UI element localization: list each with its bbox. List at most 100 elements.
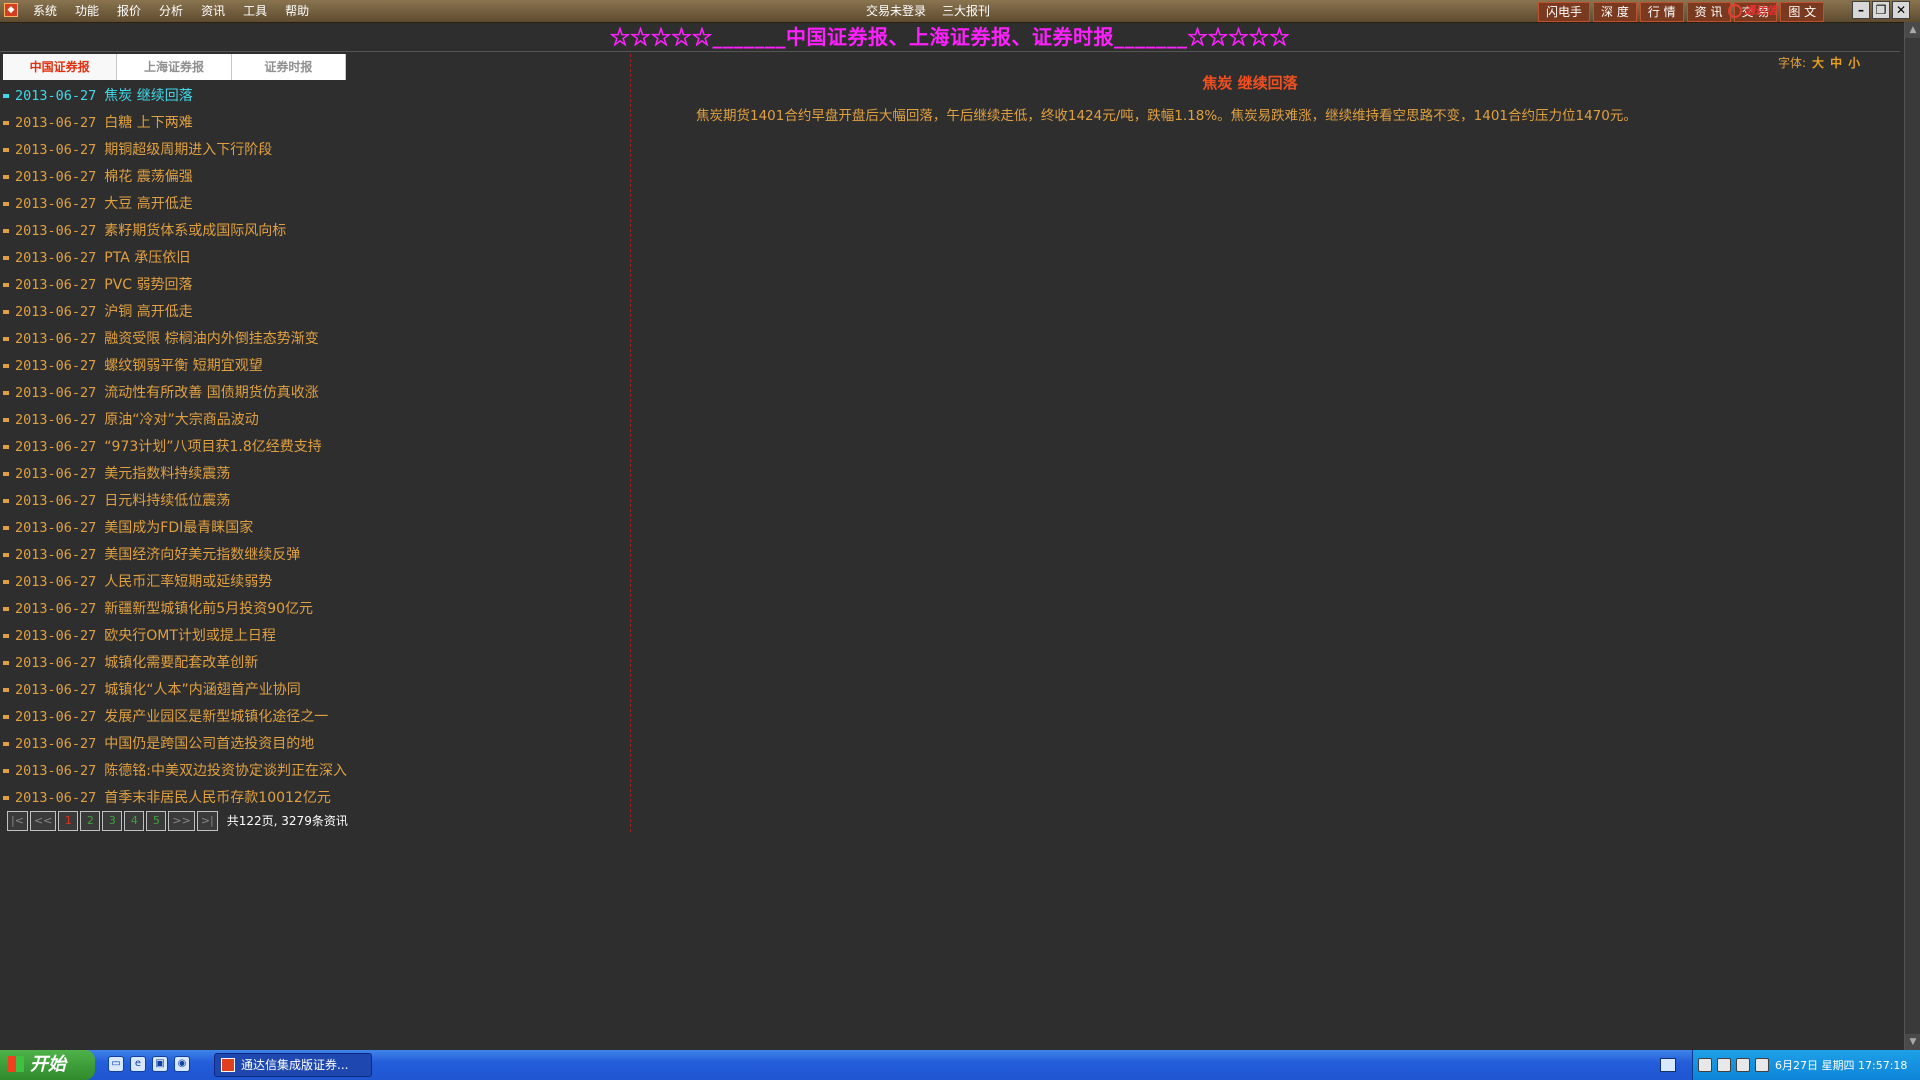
- newspaper-tabs: 中国证券报 上海证券报 证券时报: [3, 54, 346, 80]
- news-title: 流动性有所改善 国债期货仿真收涨: [104, 384, 319, 401]
- bullet-icon: [3, 120, 9, 125]
- news-item[interactable]: 2013-06-27 焦炭 继续回落: [0, 82, 630, 109]
- news-item[interactable]: 2013-06-27 素籽期货体系或成国际风向标: [0, 217, 630, 244]
- bullet-icon: [3, 282, 9, 287]
- news-button[interactable]: 资 讯: [1686, 2, 1731, 22]
- taskbar-item-tdx[interactable]: 通达信集成版证券...: [214, 1053, 372, 1077]
- bullet-icon: [3, 498, 9, 503]
- restore-icon[interactable]: ❐: [1872, 1, 1890, 19]
- news-title: 棉花 震荡偏强: [104, 168, 193, 185]
- login-status[interactable]: 交易未登录: [866, 0, 926, 22]
- news-item[interactable]: 2013-06-27 陈德铭:中美双边投资协定谈判正在深入: [0, 757, 630, 784]
- news-item[interactable]: 2013-06-27 日元料持续低位震荡: [0, 487, 630, 514]
- ie-icon[interactable]: e: [130, 1056, 146, 1072]
- bullet-icon: [3, 525, 9, 530]
- news-title: 美元指数料持续震荡: [104, 465, 231, 482]
- quotes-button[interactable]: 行 情: [1639, 2, 1684, 22]
- font-size-small[interactable]: 小: [1848, 54, 1860, 71]
- news-item[interactable]: 2013-06-27 流动性有所改善 国债期货仿真收涨: [0, 379, 630, 406]
- news-item[interactable]: 2013-06-27 螺纹钢弱平衡 短期宜观望: [0, 352, 630, 379]
- bullet-icon: [3, 768, 9, 773]
- news-title: 城镇化“人本”内涵翅首产业协同: [104, 681, 301, 698]
- news-date: 2013-06-27: [15, 168, 97, 185]
- prev-page-button[interactable]: <<: [29, 811, 57, 831]
- news-item[interactable]: 2013-06-27 “973计划”八项目获1.8亿经费支持: [0, 433, 630, 460]
- start-button[interactable]: 开始: [0, 1050, 95, 1080]
- news-item[interactable]: 2013-06-27 原油“冷对”大宗商品波动: [0, 406, 630, 433]
- media-icon[interactable]: ▣: [152, 1056, 168, 1072]
- news-item[interactable]: 2013-06-27 美元指数料持续震荡: [0, 460, 630, 487]
- news-item[interactable]: 2013-06-27 美国成为FDI最青睐国家: [0, 514, 630, 541]
- news-item[interactable]: 2013-06-27 首季末非居民人民币存款10012亿元: [0, 784, 630, 811]
- news-item[interactable]: 2013-06-27 城镇化需要配套改革创新: [0, 649, 630, 676]
- menu-item-function[interactable]: 功能: [66, 0, 108, 22]
- keyboard-icon[interactable]: [1660, 1058, 1676, 1072]
- app-shortcut-icon[interactable]: ◉: [174, 1056, 190, 1072]
- news-item[interactable]: 2013-06-27 融资受限 棕榈油内外倒挂态势渐变: [0, 325, 630, 352]
- news-item[interactable]: 2013-06-27 棉花 震荡偏强: [0, 163, 630, 190]
- news-item[interactable]: 2013-06-27 发展产业园区是新型城镇化途径之一: [0, 703, 630, 730]
- page-2-button[interactable]: 2: [80, 811, 101, 831]
- font-size-large[interactable]: 大: [1812, 54, 1824, 71]
- tab-china-securities[interactable]: 中国证券报: [3, 54, 118, 80]
- menu-item-tools[interactable]: 工具: [234, 0, 276, 22]
- first-page-button[interactable]: |<: [7, 811, 28, 831]
- bullet-icon: [3, 471, 9, 476]
- news-date: 2013-06-27: [15, 141, 97, 158]
- news-item[interactable]: 2013-06-27 PVC 弱势回落: [0, 271, 630, 298]
- page-4-button[interactable]: 4: [124, 811, 145, 831]
- news-item[interactable]: 2013-06-27 白糖 上下两难: [0, 109, 630, 136]
- font-size-medium[interactable]: 中: [1830, 54, 1842, 71]
- last-page-button[interactable]: >|: [196, 811, 218, 831]
- news-item[interactable]: 2013-06-27 新疆新型城镇化前5月投资90亿元: [0, 595, 630, 622]
- news-item[interactable]: 2013-06-27 沪铜 高开低走: [0, 298, 630, 325]
- qq-icon[interactable]: [1717, 1058, 1731, 1072]
- bullet-icon: [3, 174, 9, 179]
- next-page-button[interactable]: >>: [168, 811, 195, 831]
- menu-item-info[interactable]: 资讯: [192, 0, 234, 22]
- news-item[interactable]: 2013-06-27 美国经济向好美元指数继续反弹: [0, 541, 630, 568]
- depth-button[interactable]: 深 度: [1593, 2, 1637, 22]
- bullet-icon: [3, 606, 9, 611]
- app-icon[interactable]: ◆: [4, 3, 18, 17]
- banner-divider: [0, 51, 1900, 52]
- volume-icon[interactable]: [1755, 1058, 1769, 1072]
- menu-item-quote[interactable]: 报价: [108, 0, 150, 22]
- menu-item-help[interactable]: 帮助: [276, 0, 318, 22]
- news-title: 美国成为FDI最青睐国家: [104, 519, 254, 536]
- news-item[interactable]: 2013-06-27 人民币汇率短期或延续弱势: [0, 568, 630, 595]
- vertical-scrollbar[interactable]: ▲ ▼: [1904, 22, 1920, 1050]
- window-controls: – ❐ ✕: [1852, 1, 1910, 19]
- bullet-icon: [3, 363, 9, 368]
- news-item[interactable]: 2013-06-27 大豆 高开低走: [0, 190, 630, 217]
- pane-divider[interactable]: [630, 54, 631, 832]
- news-item[interactable]: 2013-06-27 欧央行OMT计划或提上日程: [0, 622, 630, 649]
- news-item[interactable]: 2013-06-27 中国仍是跨国公司首选投资目的地: [0, 730, 630, 757]
- news-title: 城镇化需要配套改革创新: [104, 654, 259, 671]
- menu-item-analysis[interactable]: 分析: [150, 0, 192, 22]
- news-item[interactable]: 2013-06-27 城镇化“人本”内涵翅首产业协同: [0, 676, 630, 703]
- news-item[interactable]: 2013-06-27 PTA 承压依旧: [0, 244, 630, 271]
- flash-trader-button[interactable]: 闪电手: [1538, 2, 1591, 22]
- page-3-button[interactable]: 3: [102, 811, 123, 831]
- tdx-app-icon: [221, 1058, 235, 1072]
- network-icon[interactable]: [1698, 1058, 1712, 1072]
- news-title: 大豆 高开低走: [104, 195, 193, 212]
- article-title: 焦炭 继续回落: [1202, 74, 1298, 92]
- bullet-icon: [3, 417, 9, 422]
- scroll-down-icon[interactable]: ▼: [1905, 1034, 1920, 1050]
- tab-securities-times[interactable]: 证券时报: [232, 54, 346, 80]
- page-5-button[interactable]: 5: [146, 811, 167, 831]
- news-item[interactable]: 2013-06-27 期铜超级周期进入下行阶段: [0, 136, 630, 163]
- bullet-icon: [3, 336, 9, 341]
- page-1-button[interactable]: 1: [58, 811, 79, 831]
- article-body: 焦炭期货1401合约早盘开盘后大幅回落，午后继续走低，终收1424元/吨，跌幅1…: [696, 108, 1637, 124]
- tab-shanghai-securities[interactable]: 上海证券报: [117, 54, 232, 80]
- close-icon[interactable]: ✕: [1892, 1, 1910, 19]
- menu-item-system[interactable]: 系统: [24, 0, 66, 22]
- desktop-icon[interactable]: ▭: [108, 1056, 124, 1072]
- minimize-icon[interactable]: –: [1852, 1, 1870, 19]
- scroll-up-icon[interactable]: ▲: [1905, 22, 1920, 38]
- clock[interactable]: 6月27日 星期四 17:57:18: [1775, 1057, 1907, 1073]
- security-icon[interactable]: [1736, 1058, 1750, 1072]
